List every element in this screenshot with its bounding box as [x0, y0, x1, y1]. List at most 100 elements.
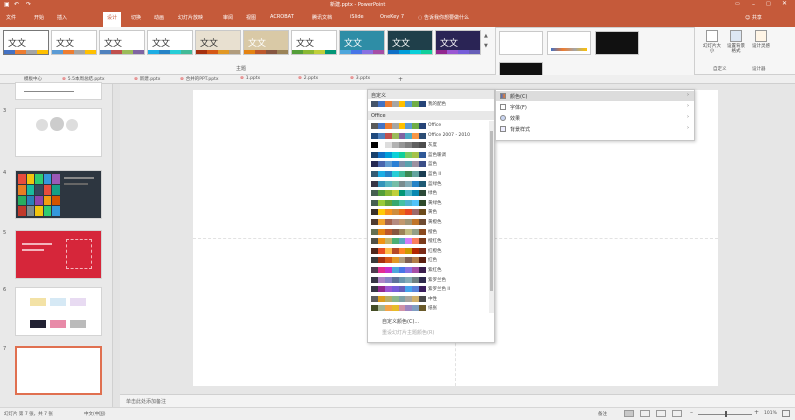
slide-thumb-3[interactable]	[15, 108, 102, 157]
tab-design[interactable]: 设计	[103, 12, 122, 27]
theme-thumbnail[interactable]: 文文	[3, 30, 49, 55]
tab-onekey[interactable]: OneKey 7	[380, 14, 404, 20]
slide-thumb-6[interactable]	[15, 287, 102, 336]
color-scheme-custom[interactable]: 我的配色	[368, 100, 488, 108]
thumbnail-scrollbar[interactable]	[112, 84, 120, 407]
theme-thumbnail[interactable]: 文文	[195, 30, 241, 55]
theme-thumbnail[interactable]: 文文	[147, 30, 193, 55]
tab-insert[interactable]: 插入	[57, 14, 67, 21]
format-background-button[interactable]: 设置背景格式	[725, 30, 747, 54]
sorter-view-icon[interactable]	[640, 410, 650, 417]
color-scheme-item[interactable]: 黄绿色	[368, 199, 488, 207]
undo-icon[interactable]: ↶	[14, 1, 19, 8]
share-button[interactable]: ☺ 共享	[745, 14, 762, 21]
theme-thumbnail[interactable]: 文文	[243, 30, 289, 55]
color-scheme-item[interactable]: 蓝绿色	[368, 180, 488, 188]
theme-thumbnail[interactable]: 文文	[51, 30, 97, 55]
slide-thumb-2[interactable]	[15, 82, 102, 100]
theme-thumbnail[interactable]: 文文	[387, 30, 433, 55]
color-scheme-item[interactable]: 橙红色	[368, 237, 488, 245]
slide-thumb-7-selected[interactable]	[15, 346, 102, 395]
submenu-effects[interactable]: 效果 ›	[496, 113, 694, 123]
redo-icon[interactable]: ↷	[26, 1, 31, 8]
save-icon[interactable]: ▣	[4, 1, 10, 8]
close-icon[interactable]: ⊗	[350, 76, 354, 81]
close-icon[interactable]: ⊗	[134, 77, 138, 82]
tab-file[interactable]: 文件	[6, 14, 16, 21]
normal-view-icon[interactable]	[624, 410, 634, 417]
theme-thumbnail[interactable]: 文文	[339, 30, 385, 55]
color-scheme-item[interactable]: 蓝色	[368, 160, 488, 168]
designer-button[interactable]: 设计灵感	[751, 30, 771, 49]
doc-tab-label: 合并的PPT.pptx	[185, 77, 219, 82]
close-icon[interactable]: ✕	[782, 0, 787, 7]
variant-white[interactable]	[499, 31, 543, 55]
color-scheme-item[interactable]: 绿色	[368, 189, 488, 197]
color-scheme-item[interactable]: 紫罗兰色 II	[368, 285, 488, 293]
zoom-slider-thumb[interactable]	[725, 411, 727, 417]
theme-thumbnail[interactable]: 文文	[291, 30, 337, 55]
language-status[interactable]: 中文(中国)	[84, 411, 106, 417]
tab-islide[interactable]: iSlide	[350, 14, 364, 20]
zoom-out-icon[interactable]: –	[690, 409, 693, 416]
gallery-more-icon[interactable]: ▼	[484, 43, 488, 49]
tab-tencent-docs[interactable]: 腾讯文档	[312, 14, 332, 21]
tab-slideshow[interactable]: 幻灯片放映	[178, 14, 203, 21]
submenu-colors[interactable]: 颜色(C) ›	[496, 91, 694, 101]
color-scheme-item[interactable]: 紫罗兰色	[368, 276, 488, 284]
reading-view-icon[interactable]	[656, 410, 666, 417]
maximize-icon[interactable]: □	[766, 1, 771, 7]
tab-review[interactable]: 审阅	[223, 14, 233, 21]
tab-transitions[interactable]: 切换	[131, 14, 141, 21]
tell-me-box[interactable]: ◌ 告诉我你想要做什么	[418, 14, 469, 21]
slide-thumb-4[interactable]	[15, 170, 102, 219]
color-scheme-item[interactable]: 橙色	[368, 228, 488, 236]
close-icon[interactable]: ⊗	[180, 77, 184, 82]
variant-white-color[interactable]	[547, 31, 591, 55]
slide-size-button[interactable]: 幻灯片大小	[701, 30, 723, 54]
doc-tab-merged[interactable]: ⊗ 合并的PPT.pptx	[180, 76, 219, 82]
zoom-level[interactable]: 101%	[764, 411, 777, 416]
color-scheme-item[interactable]: 红橙色	[368, 247, 488, 255]
reset-colors-item[interactable]: 重设幻灯片主题颜色(R)	[382, 329, 434, 336]
color-scheme-item[interactable]: 蓝色 II	[368, 170, 488, 178]
variant-black[interactable]	[595, 31, 639, 55]
tab-home[interactable]: 开始	[34, 14, 44, 21]
notes-pane[interactable]: 单击此处添加备注	[120, 394, 795, 407]
slideshow-view-icon[interactable]	[672, 410, 682, 417]
submenu-fonts[interactable]: 字体(F) ›	[496, 102, 694, 112]
color-scheme-item[interactable]: 中性	[368, 295, 488, 303]
submenu-background-styles[interactable]: 背景样式 ›	[496, 124, 694, 134]
customize-colors-item[interactable]: 自定义颜色(C)...	[382, 318, 419, 325]
list-scrollbar[interactable]	[489, 121, 494, 313]
color-scheme-item[interactable]: 蓝色暖调	[368, 151, 488, 159]
minimize-icon[interactable]: –	[752, 1, 755, 8]
color-scheme-item[interactable]: 黄橙色	[368, 218, 488, 226]
color-scheme-item[interactable]: 紫红色	[368, 266, 488, 274]
notes-toggle[interactable]: 备注	[598, 411, 607, 417]
color-scheme-item[interactable]: 黄色	[368, 208, 488, 216]
color-scheme-item[interactable]: 红色	[368, 256, 488, 264]
doc-tab-2[interactable]: ⊗ 2.pptx	[298, 76, 318, 81]
gallery-up-icon[interactable]: ▲	[484, 33, 488, 39]
color-cell	[18, 184, 26, 195]
tab-view[interactable]: 视图	[246, 14, 256, 21]
theme-thumbnail[interactable]: 文文	[435, 30, 481, 55]
tab-acrobat[interactable]: ACROBAT	[270, 14, 294, 20]
close-icon[interactable]: ⊗	[240, 76, 244, 81]
tab-animations[interactable]: 动画	[154, 14, 164, 21]
color-scheme-item[interactable]: 灰度	[368, 141, 488, 149]
doc-tab-new[interactable]: ⊗ 新建.pptx	[134, 76, 160, 82]
theme-thumbnail[interactable]: 文文	[99, 30, 145, 55]
doc-tab-1[interactable]: ⊗ 1.pptx	[240, 76, 260, 81]
color-scheme-item[interactable]: 纸张	[368, 304, 488, 312]
slide-thumb-5[interactable]	[15, 230, 102, 279]
color-scheme-item[interactable]: Office	[368, 122, 488, 130]
color-scheme-item[interactable]: Office 2007 - 2010	[368, 132, 488, 140]
ribbon-display-icon[interactable]: ▭	[735, 1, 740, 7]
close-icon[interactable]: ⊗	[298, 76, 302, 81]
zoom-in-icon[interactable]: +	[754, 409, 759, 416]
fit-slide-icon[interactable]	[782, 410, 790, 417]
add-tab-button[interactable]: +	[398, 76, 403, 83]
doc-tab-3[interactable]: ⊗ 3.pptx	[350, 76, 370, 81]
